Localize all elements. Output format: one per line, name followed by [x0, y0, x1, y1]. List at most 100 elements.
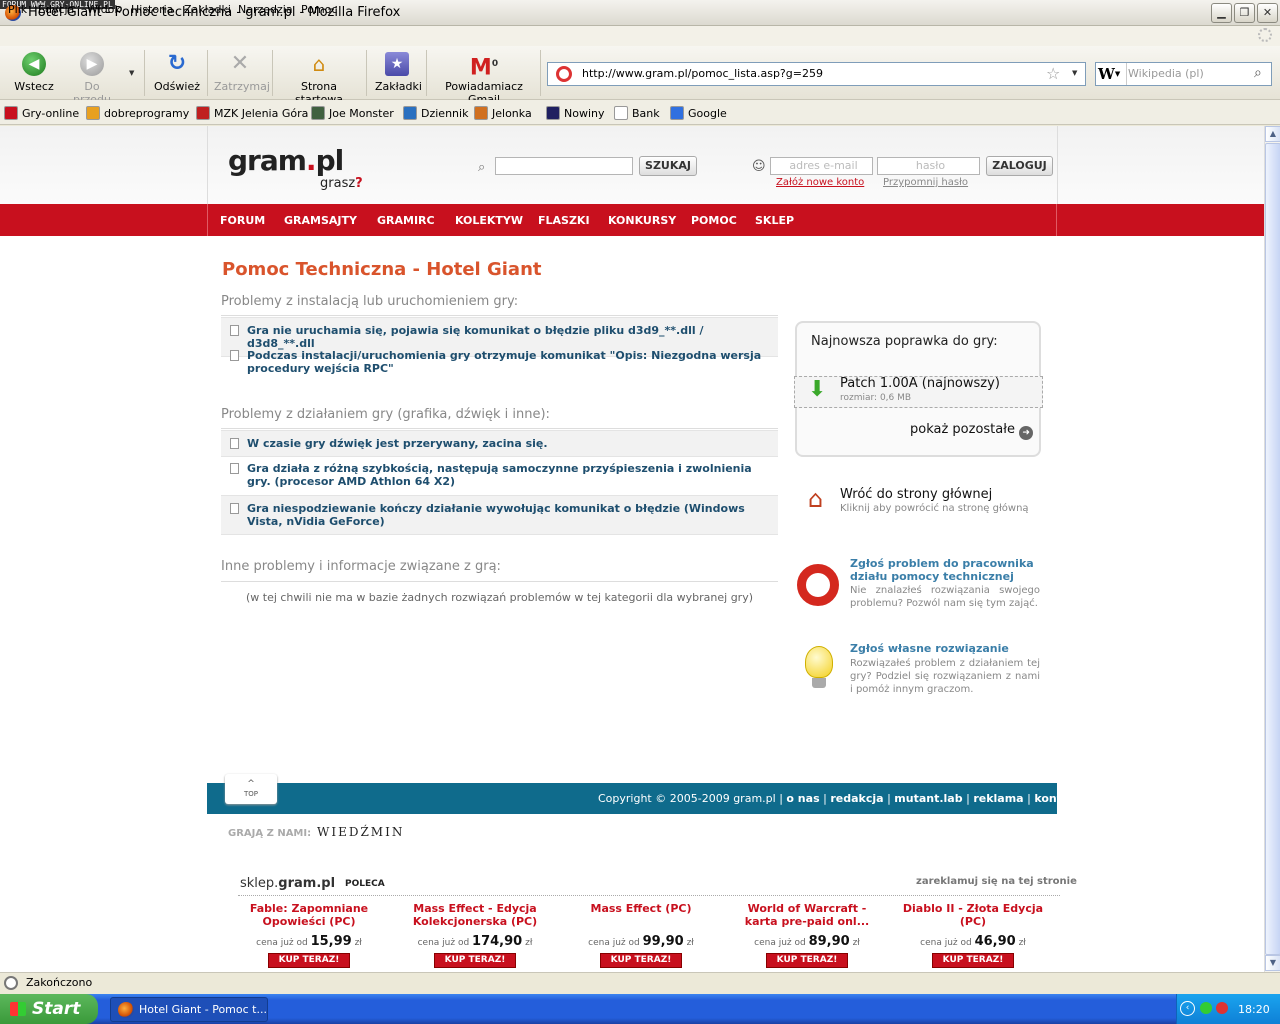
- reload-button[interactable]: ↻ Odśwież: [154, 52, 200, 94]
- url-dropdown-icon[interactable]: ▼: [1072, 69, 1077, 77]
- slogan-question: ?: [355, 176, 363, 191]
- forward-arrow-icon: ▶: [80, 52, 104, 76]
- home-button[interactable]: ⌂ Strona startowa: [277, 52, 361, 106]
- menu-help[interactable]: Pomoc: [301, 3, 337, 16]
- product-name-link[interactable]: Fable: Zapomniane Opowieści (PC): [234, 902, 384, 930]
- problem-link-speed[interactable]: Gra działa z różną szybkością, następują…: [221, 456, 778, 494]
- bookmark-item[interactable]: dobreprogramy: [86, 106, 189, 120]
- price-prefix: cena już od: [920, 938, 972, 948]
- buy-now-button[interactable]: KUP TERAZ!: [268, 953, 350, 968]
- toolbar-separator: [540, 50, 541, 96]
- menu-edit[interactable]: Edycja: [38, 3, 74, 16]
- document-icon: [230, 503, 239, 514]
- show-more-link[interactable]: pokaż pozostałe ➜: [910, 422, 1034, 440]
- email-field[interactable]: adres e-mail: [770, 157, 873, 175]
- gmail-notifier-button[interactable]: M0 Powiadamiacz Gmail: [435, 52, 533, 106]
- register-link[interactable]: Załóż nowe konto: [776, 177, 864, 188]
- nav-konkursy[interactable]: KONKURSY: [608, 214, 676, 227]
- bookmark-item[interactable]: Gry-online: [4, 106, 79, 120]
- search-magnifier-icon[interactable]: ⌕: [1254, 65, 1262, 81]
- footer-link-mutantlab[interactable]: mutant.lab: [894, 792, 962, 805]
- bookmark-item[interactable]: Joe Monster: [311, 106, 394, 120]
- password-field[interactable]: hasło: [877, 157, 980, 175]
- menu-tools[interactable]: Narzędzia: [238, 3, 293, 16]
- address-bar[interactable]: http://www.gram.pl/pomoc_lista.asp?g=259…: [547, 62, 1086, 86]
- product-name-link[interactable]: Diablo II - Złota Edycja (PC): [898, 902, 1048, 930]
- search-divider: [1126, 63, 1127, 85]
- home-icon: ⌂: [312, 52, 326, 76]
- footer-link-contact[interactable]: kontakt: [1034, 792, 1082, 805]
- patch-link[interactable]: Patch 1.00A (najnowszy): [840, 376, 1000, 391]
- scroll-thumb[interactable]: [1265, 143, 1280, 955]
- problem-link-crash[interactable]: Gra niespodziewanie kończy działanie wyw…: [221, 495, 778, 535]
- menu-history[interactable]: Historia: [131, 3, 173, 16]
- minimize-button[interactable]: ▁: [1211, 3, 1232, 23]
- buy-now-button[interactable]: KUP TERAZ!: [932, 953, 1014, 968]
- site-search-input[interactable]: [495, 157, 633, 175]
- bookmark-item[interactable]: Dziennik: [403, 106, 468, 120]
- vertical-scrollbar[interactable]: ▲ ▼: [1264, 126, 1280, 972]
- section-heading-other: Inne problemy i informacje związane z gr…: [221, 559, 501, 574]
- bookmark-item[interactable]: Nowiny: [546, 106, 605, 120]
- product-name-link[interactable]: Mass Effect (PC): [566, 902, 716, 930]
- problem-link-sound[interactable]: W czasie gry dźwięk jest przerywany, zac…: [221, 430, 778, 457]
- scroll-down-arrow-icon[interactable]: ▼: [1265, 955, 1280, 971]
- product-name-link[interactable]: World of Warcraft - karta pre-paid onl..…: [732, 902, 882, 930]
- bookmark-label: Google: [688, 107, 727, 120]
- nav-forum[interactable]: FORUM: [220, 214, 265, 227]
- nav-flaszki[interactable]: FLASZKI: [538, 214, 590, 227]
- tray-network-icon[interactable]: [1200, 1002, 1212, 1014]
- stop-button[interactable]: ✕ Zatrzymaj: [214, 52, 270, 94]
- menu-view[interactable]: Widok: [87, 3, 121, 16]
- search-box[interactable]: W▼ Wikipedia (pl) ⌕: [1095, 62, 1272, 86]
- nav-gramsajty[interactable]: GRAMSAJTY: [284, 214, 357, 227]
- buy-now-button[interactable]: KUP TERAZ!: [600, 953, 682, 968]
- report-problem-link[interactable]: Zgłoś problem do pracownika działu pomoc…: [850, 557, 1040, 583]
- download-arrow-icon: ⬇: [808, 377, 827, 402]
- shop-logo[interactable]: sklep.gram.pl: [240, 876, 335, 891]
- footer-link-about[interactable]: o nas: [786, 792, 819, 805]
- witcher-logo[interactable]: WIEDŹMIN: [317, 825, 404, 839]
- wikipedia-icon[interactable]: W▼: [1098, 65, 1122, 83]
- product-name-link[interactable]: Mass Effect - Edycja Kolekcjonerska (PC): [400, 902, 550, 930]
- menu-file[interactable]: Plik: [8, 3, 27, 16]
- maximize-button[interactable]: ❐: [1234, 3, 1255, 23]
- back-to-top-button[interactable]: ^ TOP: [225, 774, 277, 804]
- forward-button[interactable]: ▶ Do przodu: [64, 52, 120, 106]
- tray-expand-icon[interactable]: ‹: [1180, 1001, 1195, 1016]
- bookmark-item[interactable]: Google: [670, 106, 727, 120]
- login-button[interactable]: ZALOGUJ: [986, 156, 1053, 176]
- start-button[interactable]: Start: [0, 994, 98, 1024]
- bookmark-star-outline-icon[interactable]: ☆: [1046, 64, 1060, 83]
- tray-antivirus-icon[interactable]: [1216, 1002, 1228, 1014]
- menu-bookmarks[interactable]: Zakładki: [184, 3, 231, 16]
- scroll-up-arrow-icon[interactable]: ▲: [1265, 126, 1280, 142]
- shop-product: Mass Effect - Edycja Kolekcjonerska (PC)…: [400, 902, 550, 968]
- back-button[interactable]: ◀ Wstecz: [12, 52, 56, 93]
- history-dropdown-icon[interactable]: ▼: [129, 69, 134, 77]
- footer-link-editorial[interactable]: redakcja: [830, 792, 883, 805]
- close-button[interactable]: ✕: [1257, 3, 1278, 23]
- site-logo[interactable]: gram.pl: [228, 144, 344, 177]
- home-link[interactable]: Wróć do strony głównej: [840, 487, 992, 502]
- nav-gramirc[interactable]: GRAMIRC: [377, 214, 435, 227]
- nav-kolektyw[interactable]: KOLEKTYW: [455, 214, 523, 227]
- buy-now-button[interactable]: KUP TERAZ!: [766, 953, 848, 968]
- buy-now-button[interactable]: KUP TERAZ!: [434, 953, 516, 968]
- submit-solution-link[interactable]: Zgłoś własne rozwiązanie: [850, 642, 1009, 655]
- bookmark-item[interactable]: MZK Jelenia Góra: [196, 106, 308, 120]
- shop-product: Mass Effect (PC) cena już od 99,90 zł KUP …: [566, 902, 716, 968]
- remind-password-link[interactable]: Przypomnij hasło: [883, 177, 968, 188]
- submit-solution-text: Rozwiązałeś problem z działaniem tej gry…: [850, 658, 1040, 695]
- bookmark-item[interactable]: Bank: [614, 106, 660, 120]
- nav-pomoc[interactable]: POMOC: [691, 214, 737, 227]
- advertise-link[interactable]: zareklamuj się na tej stronie: [916, 876, 1077, 887]
- bookmarks-button[interactable]: ★ Zakładki: [375, 52, 422, 93]
- footer-link-ads[interactable]: reklama: [973, 792, 1023, 805]
- taskbar-firefox-window[interactable]: Hotel Giant - Pomoc t...: [110, 997, 268, 1022]
- problem-link-rpc[interactable]: Podczas instalacji/uruchomienia gry otrz…: [221, 343, 778, 381]
- nav-sklep[interactable]: SKLEP: [755, 214, 794, 227]
- site-search-button[interactable]: SZUKAJ: [639, 156, 697, 176]
- report-problem-text: Nie znalazłeś rozwiązania swojego proble…: [850, 585, 1040, 609]
- bookmark-item[interactable]: Jelonka: [474, 106, 532, 120]
